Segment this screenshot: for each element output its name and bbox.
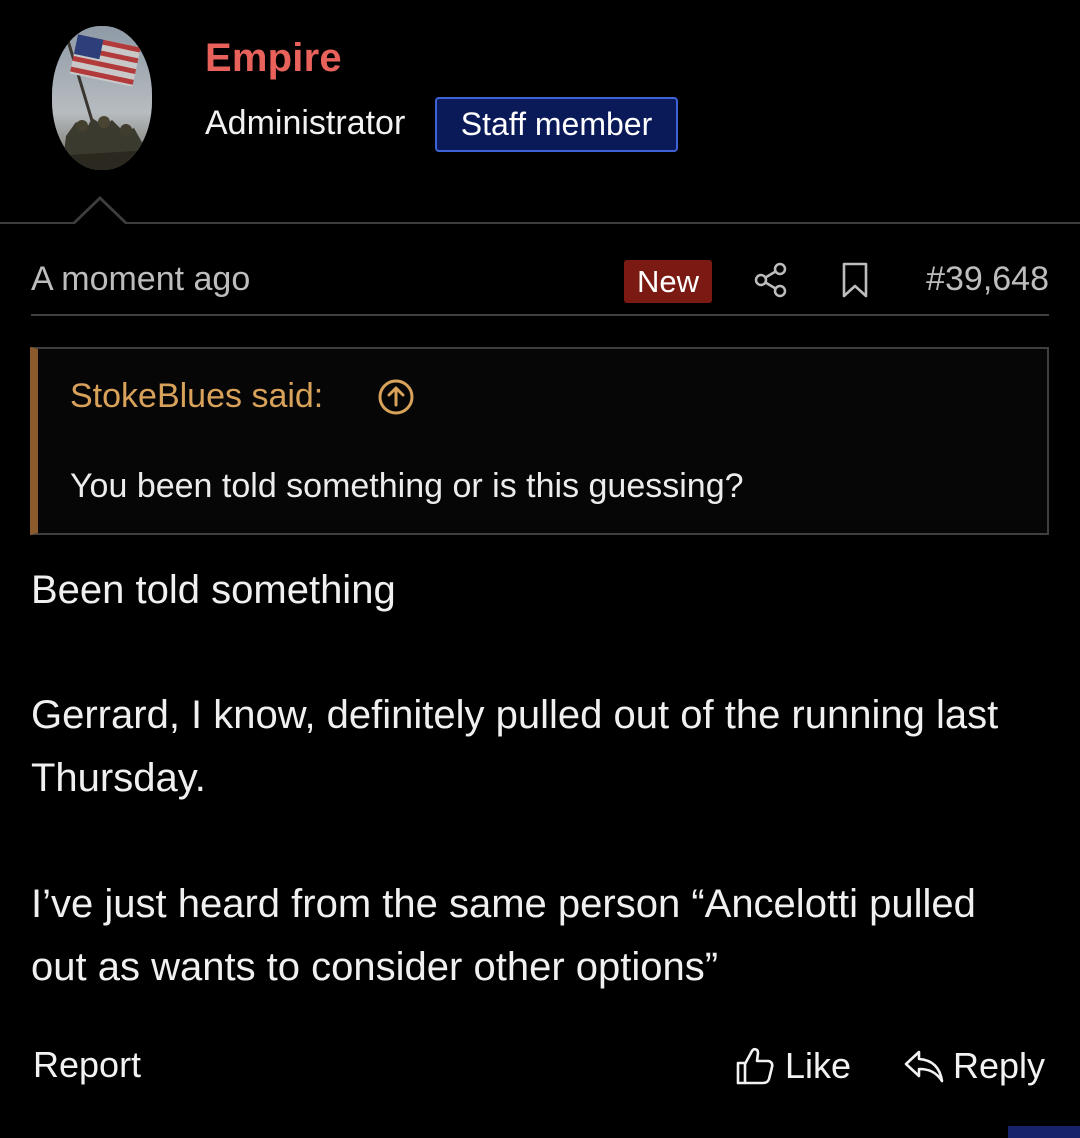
quote-block: StokeBlues said: You been told something… — [30, 347, 1049, 535]
quote-author[interactable]: StokeBlues said: — [70, 377, 323, 416]
user-title: Administrator — [205, 104, 406, 142]
post-timestamp[interactable]: A moment ago — [31, 260, 250, 299]
reply-button[interactable]: Reply — [903, 1042, 1045, 1090]
bookmark-icon[interactable] — [841, 262, 869, 298]
divider — [0, 222, 1080, 224]
reply-label: Reply — [953, 1045, 1046, 1086]
post-author-block: Empire Administrator Staff member — [0, 0, 1080, 222]
username[interactable]: Empire — [205, 36, 342, 81]
arrow-up-circle-icon[interactable] — [376, 377, 416, 417]
corner-accent — [1008, 1126, 1080, 1138]
message-attribution: A moment ago New #39,648 — [31, 248, 1049, 316]
reply-arrow-icon — [904, 1050, 944, 1083]
post-number-link[interactable]: #39,648 — [926, 260, 1049, 299]
message-paragraph: Gerrard, I know, definitely pulled out o… — [31, 693, 999, 800]
message-paragraph: Been told something — [31, 568, 396, 612]
quote-text: You been told something or is this guess… — [70, 467, 744, 505]
like-label: Like — [785, 1045, 852, 1086]
staff-member-badge: Staff member — [435, 97, 678, 152]
flag-raising-avatar-image — [52, 26, 152, 170]
message-paragraph: I’ve just heard from the same person “An… — [31, 882, 976, 989]
like-button[interactable]: Like — [735, 1042, 851, 1090]
new-badge: New — [624, 260, 712, 303]
share-icon[interactable] — [753, 262, 789, 298]
avatar[interactable] — [52, 26, 152, 170]
thumbs-up-icon — [736, 1047, 774, 1085]
report-button[interactable]: Report — [33, 1044, 141, 1086]
